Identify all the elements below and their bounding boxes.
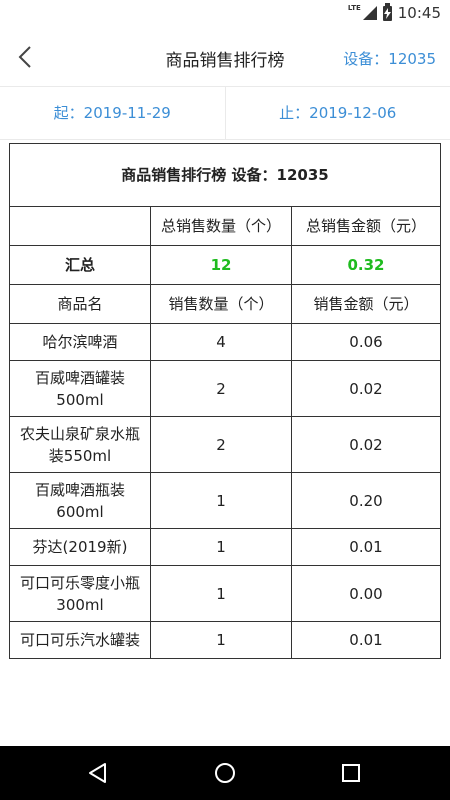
column-header-row: 商品名 销售数量（个） 销售金额（元） [9,284,441,324]
table-row: 哈尔滨啤酒 4 0.06 [9,323,441,361]
product-amount: 0.06 [291,323,441,361]
col-qty-header: 销售数量（个） [150,284,292,324]
back-triangle-icon[interactable] [83,758,113,788]
total-header-row: 总销售数量（个） 总销售金额（元） [9,206,441,246]
product-name: 百威啤酒罐装500ml [9,360,151,417]
product-name: 农夫山泉矿泉水瓶装550ml [9,416,151,473]
table-row: 芬达(2019新) 1 0.01 [9,528,441,566]
product-name: 百威啤酒瓶装600ml [9,472,151,529]
start-date[interactable]: 起：2019-11-29 [0,87,225,139]
signal-icon [362,6,377,20]
summary-label: 汇总 [9,245,151,285]
summary-qty: 12 [150,245,292,285]
date-range: 起：2019-11-29 止：2019-12-06 [0,87,450,140]
product-amount: 0.01 [291,621,441,659]
home-circle-icon[interactable] [210,758,240,788]
table-row: 农夫山泉矿泉水瓶装550ml 2 0.02 [9,416,441,473]
system-nav-bar [0,746,450,800]
col-name-header: 商品名 [9,284,151,324]
clock: 10:45 [397,4,441,22]
summary-row: 汇总 12 0.32 [9,245,441,285]
table-row: 可口可乐零度小瓶300ml 1 0.00 [9,565,441,622]
total-amount-header: 总销售金额（元） [291,206,441,246]
table-row: 百威啤酒瓶装600ml 1 0.20 [9,472,441,529]
table-row: 百威啤酒罐装500ml 2 0.02 [9,360,441,417]
product-qty: 1 [150,528,292,566]
status-icons: LTE 10:45 [347,2,441,22]
product-name: 可口可乐汽水罐装 [9,621,151,659]
product-amount: 0.20 [291,472,441,529]
product-qty: 1 [150,621,292,659]
product-qty: 2 [150,416,292,473]
recents-square-icon[interactable] [336,758,366,788]
product-qty: 1 [150,472,292,529]
product-qty: 2 [150,360,292,417]
battery-icon [382,2,392,21]
table-row: 可口可乐汽水罐装 1 0.01 [9,621,441,659]
col-amount-header: 销售金额（元） [291,284,441,324]
product-amount: 0.02 [291,416,441,473]
app-header: 商品销售排行榜 设备：12035 [0,28,450,87]
summary-amount: 0.32 [291,245,441,285]
end-date[interactable]: 止：2019-12-06 [224,87,450,139]
product-name: 芬达(2019新) [9,528,151,566]
product-amount: 0.00 [291,565,441,622]
product-qty: 1 [150,565,292,622]
product-name: 可口可乐零度小瓶300ml [9,565,151,622]
product-amount: 0.02 [291,360,441,417]
network-type: LTE [347,4,361,12]
empty-cell [9,206,151,246]
total-qty-header: 总销售数量（个） [150,206,292,246]
product-qty: 4 [150,323,292,361]
device-label[interactable]: 设备：12035 [343,48,436,69]
report-title: 商品销售排行榜 设备：12035 [9,143,441,207]
sales-ranking-table: 商品销售排行榜 设备：12035 总销售数量（个） 总销售金额（元） 汇总 12… [9,143,441,659]
product-name: 哈尔滨啤酒 [9,323,151,361]
status-bar: LTE 10:45 [0,0,450,28]
product-amount: 0.01 [291,528,441,566]
